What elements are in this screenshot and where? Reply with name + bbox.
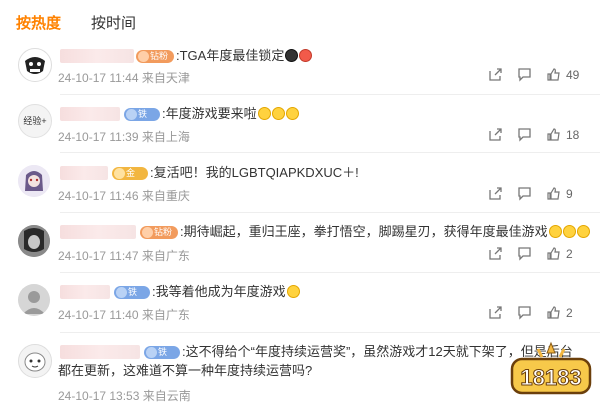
comment-meta: 24-10-17 11:39 来自上海 — [58, 130, 190, 144]
divider — [60, 332, 600, 333]
crying-emoji-icon — [286, 285, 300, 298]
share-button[interactable] — [488, 186, 503, 201]
comment-icon — [518, 247, 531, 261]
watermark-logo: 18183 — [508, 339, 594, 407]
reply-button[interactable] — [517, 246, 532, 261]
username-redacted[interactable] — [60, 285, 110, 299]
fan-badge[interactable]: 铁粉5 — [144, 346, 180, 370]
share-icon — [489, 68, 502, 81]
username-redacted[interactable] — [60, 166, 108, 180]
tab-by-time[interactable]: 按时间 — [91, 10, 136, 35]
grin-emoji-icon — [257, 107, 271, 120]
comment-icon — [518, 68, 531, 82]
laugh-emoji-icon — [576, 225, 590, 238]
fan-badge-icon — [114, 168, 125, 179]
avatar[interactable] — [18, 165, 50, 197]
grin-emoji-icon — [285, 107, 299, 120]
fan-badge[interactable]: 金粉1 — [112, 167, 148, 191]
comment-item: 经验+ 铁粉1 :年度游戏要来啦 24-10-17 11:39 来自上海 18 — [0, 96, 600, 151]
share-button[interactable] — [488, 305, 503, 320]
like-button[interactable]: 49 — [546, 67, 579, 82]
comment-text-continued: 都在更新，这难道不算一种年度持续运营吗? — [58, 363, 313, 378]
comment-item: 钻粉1 :TGA年度最佳锁定 24-10-17 11:44 来自天津 49 — [0, 40, 600, 95]
username-redacted[interactable] — [60, 225, 136, 239]
divider — [60, 272, 600, 273]
like-button[interactable]: 9 — [546, 186, 573, 201]
thumbs-up-icon — [547, 247, 560, 260]
fan-badge-icon — [146, 347, 157, 358]
comment-meta: 24-10-17 11:40 来自广东 — [58, 308, 190, 322]
like-button[interactable]: 2 — [546, 305, 573, 320]
comment-actions: 9 — [488, 186, 573, 201]
fan-badge[interactable]: 钻粉1 — [136, 50, 174, 74]
thumbs-up-icon — [547, 187, 560, 200]
comment-actions: 2 — [488, 305, 573, 320]
fan-badge[interactable]: 钻粉1 — [140, 226, 178, 250]
comment-actions: 18 — [488, 127, 579, 142]
svg-text:18183: 18183 — [520, 365, 581, 390]
avatar[interactable]: 经验+ — [18, 104, 52, 138]
comment-text: :期待崛起，重归王座，拳打悟空，脚踢星刃，获得年度最佳游戏 — [180, 224, 590, 240]
18183-logo-icon: 18183 — [510, 341, 592, 395]
reply-button[interactable] — [517, 127, 532, 142]
lock-emoji-icon — [285, 49, 299, 62]
thumbs-up-icon — [547, 306, 560, 319]
comment-icon — [518, 187, 531, 201]
sort-tabs: 按热度 按时间 — [16, 10, 136, 35]
laugh-emoji-icon — [548, 225, 562, 238]
comment-actions: 2 — [488, 246, 573, 261]
fan-badge-icon — [142, 227, 153, 238]
fan-badge[interactable]: 铁粉1 — [124, 108, 160, 132]
comment-actions: 49 — [488, 67, 579, 82]
sweat-emoji-icon — [299, 49, 313, 62]
divider — [60, 212, 600, 213]
comment-text: :年度游戏要来啦 — [162, 106, 299, 122]
avatar[interactable] — [18, 48, 52, 82]
comment-item: 金粉1 :复活吧！我的LGBTQIAPKDXUC＋! 24-10-17 11:4… — [0, 157, 600, 212]
tab-by-hot[interactable]: 按热度 — [16, 10, 61, 35]
fan-badge-icon — [126, 109, 137, 120]
share-button[interactable] — [488, 246, 503, 261]
fan-badge[interactable]: 铁粉5 — [114, 286, 150, 310]
avatar[interactable] — [18, 344, 52, 378]
comment-text: :我等着他成为年度游戏 — [152, 284, 300, 300]
divider — [60, 94, 600, 95]
reply-button[interactable] — [517, 186, 532, 201]
comment-text: :复活吧！我的LGBTQIAPKDXUC＋! — [150, 165, 359, 180]
share-icon — [489, 306, 502, 319]
avatar[interactable] — [18, 284, 50, 316]
like-button[interactable]: 18 — [546, 127, 579, 142]
username-redacted[interactable] — [60, 49, 134, 63]
share-icon — [489, 247, 502, 260]
thumbs-up-icon — [547, 128, 560, 141]
comment-item: 铁粉5 :我等着他成为年度游戏 24-10-17 11:40 来自广东 2 — [0, 276, 600, 332]
username-redacted[interactable] — [60, 345, 140, 359]
username-redacted[interactable] — [60, 107, 120, 121]
reply-button[interactable] — [517, 305, 532, 320]
avatar[interactable] — [18, 225, 50, 257]
grin-emoji-icon — [271, 107, 285, 120]
comment-meta: 24-10-17 11:44 来自天津 — [58, 71, 190, 85]
share-button[interactable] — [488, 67, 503, 82]
share-button[interactable] — [488, 127, 503, 142]
comment-meta: 24-10-17 11:46 来自重庆 — [58, 189, 190, 203]
comment-icon — [518, 128, 531, 142]
share-icon — [489, 128, 502, 141]
divider — [60, 152, 600, 153]
fan-badge-icon — [116, 287, 127, 298]
reply-button[interactable] — [517, 67, 532, 82]
share-icon — [489, 187, 502, 200]
comment-icon — [518, 306, 531, 320]
comment-meta: 24-10-17 11:47 来自广东 — [58, 249, 190, 263]
comment-meta: 24-10-17 13:53 来自云南 — [58, 389, 191, 403]
comment-item: 钻粉1 :期待崛起，重归王座，拳打悟空，脚踢星刃，获得年度最佳游戏 24-10-… — [0, 216, 600, 272]
thumbs-up-icon — [547, 68, 560, 81]
fan-badge-icon — [138, 51, 149, 62]
like-button[interactable]: 2 — [546, 246, 573, 261]
laugh-emoji-icon — [562, 225, 576, 238]
comment-text: :TGA年度最佳锁定 — [176, 48, 313, 64]
